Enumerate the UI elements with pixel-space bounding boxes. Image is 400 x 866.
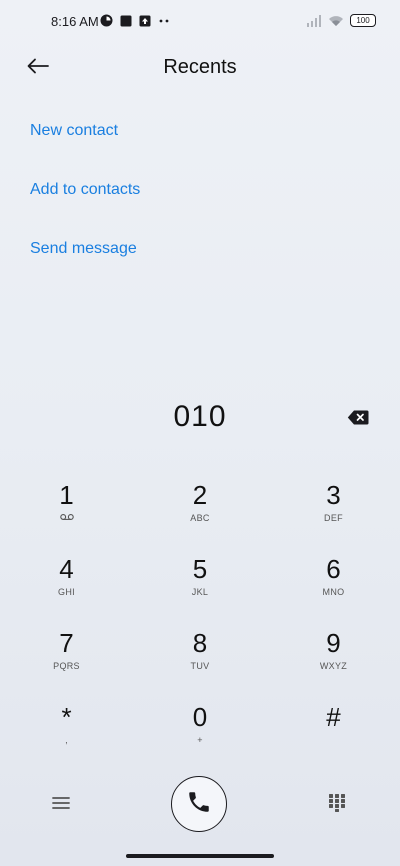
key-3[interactable]: 3 DEF xyxy=(267,478,400,552)
more-dots-icon xyxy=(158,18,170,24)
upload-icon xyxy=(139,15,151,27)
menu-button[interactable] xyxy=(50,794,72,816)
header: Recents xyxy=(0,44,400,92)
phone-icon xyxy=(186,789,212,820)
action-list: New contact Add to contacts Send message xyxy=(30,122,140,299)
record-icon xyxy=(100,14,113,27)
dialed-number: 010 xyxy=(173,400,227,433)
dialpad-toggle-button[interactable] xyxy=(326,793,348,817)
signal-icon xyxy=(306,14,322,27)
call-button[interactable] xyxy=(171,776,227,832)
backspace-button[interactable] xyxy=(346,409,370,431)
page-title: Recents xyxy=(163,56,237,78)
status-bar: 8:16 AM 100 xyxy=(0,0,400,44)
dialpad-icon xyxy=(329,793,345,817)
bottom-bar xyxy=(0,776,400,836)
battery-icon: 100 xyxy=(350,14,376,27)
wifi-icon xyxy=(328,15,344,27)
send-message-link[interactable]: Send message xyxy=(30,240,140,259)
key-2[interactable]: 2 ABC xyxy=(133,478,267,552)
backspace-icon xyxy=(347,410,369,430)
key-9[interactable]: 9 WXYZ xyxy=(267,626,400,700)
key-5[interactable]: 5 JKL xyxy=(133,552,267,626)
square-icon xyxy=(120,15,132,27)
home-indicator[interactable] xyxy=(126,854,274,858)
key-hash[interactable]: # xyxy=(267,700,400,774)
status-icons-right: 100 xyxy=(306,14,376,27)
key-7[interactable]: 7 PQRS xyxy=(0,626,133,700)
key-0[interactable]: 0 + xyxy=(133,700,267,774)
menu-icon xyxy=(52,796,70,815)
key-1[interactable]: 1 xyxy=(0,478,133,552)
keypad: 1 2 ABC 3 DEF 4 GHI 5 JKL 6 MNO 7 PQRS 8… xyxy=(0,478,400,774)
status-time: 8:16 AM xyxy=(51,14,99,29)
voicemail-icon xyxy=(59,512,74,524)
add-to-contacts-link[interactable]: Add to contacts xyxy=(30,181,140,200)
key-star[interactable]: * , xyxy=(0,700,133,774)
new-contact-link[interactable]: New contact xyxy=(30,122,140,141)
key-4[interactable]: 4 GHI xyxy=(0,552,133,626)
key-6[interactable]: 6 MNO xyxy=(267,552,400,626)
key-8[interactable]: 8 TUV xyxy=(133,626,267,700)
status-icons-left xyxy=(100,14,170,27)
